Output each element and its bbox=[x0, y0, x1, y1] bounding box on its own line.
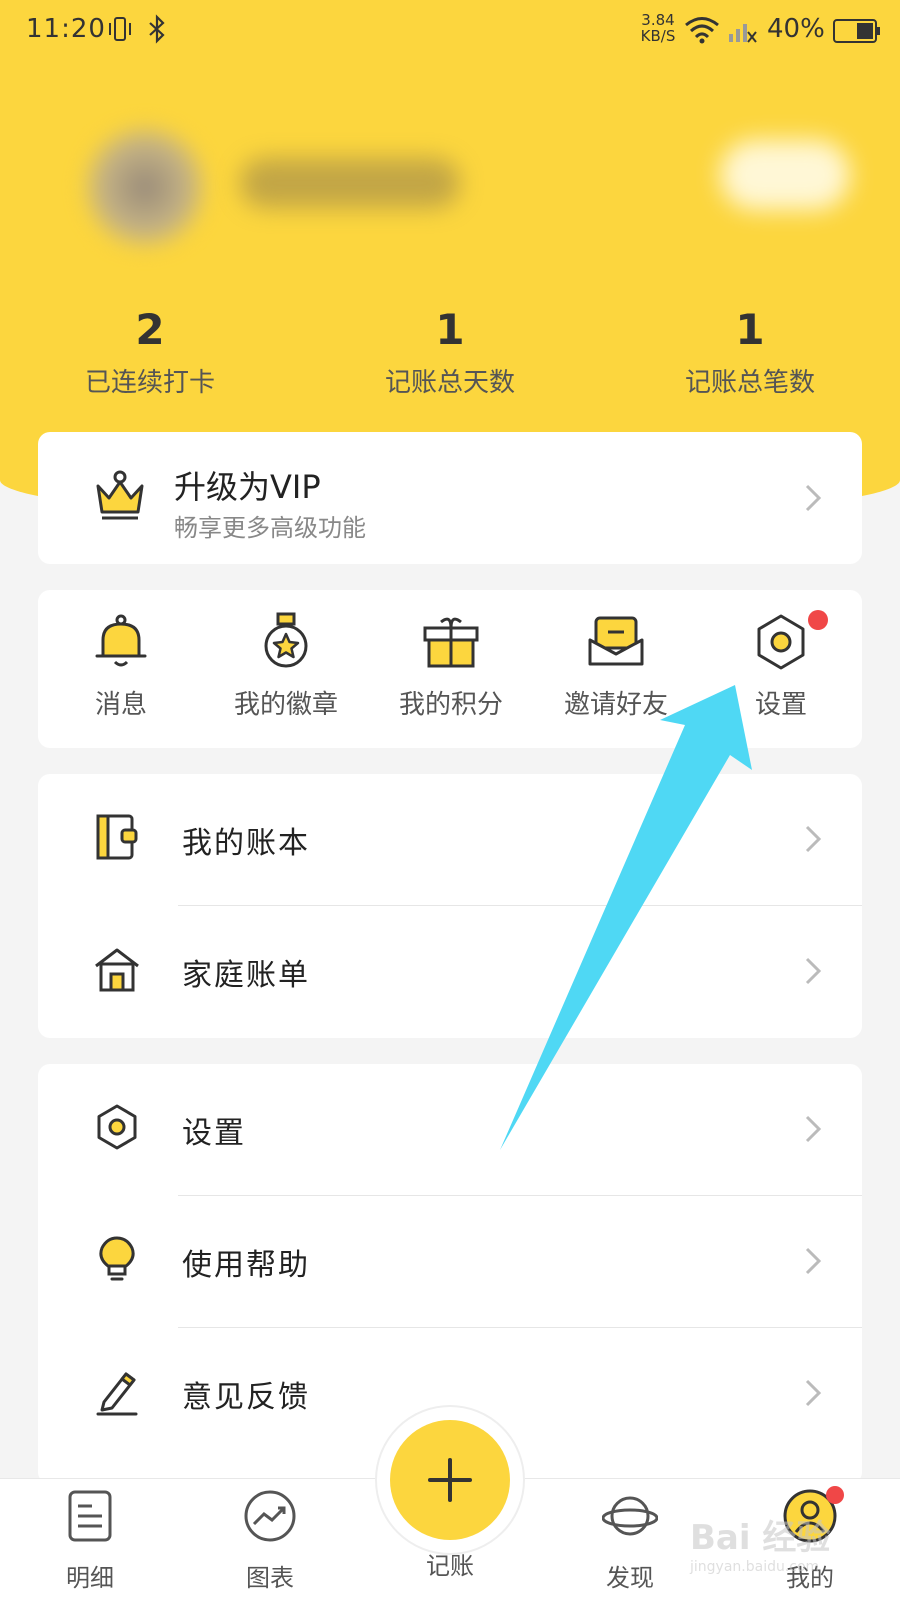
nickname-blurred[interactable] bbox=[240, 158, 460, 208]
hexagon-settings-icon bbox=[97, 1104, 137, 1150]
plus-icon bbox=[428, 1458, 472, 1502]
vip-subtitle: 畅享更多高级功能 bbox=[174, 514, 366, 542]
chart-icon bbox=[244, 1490, 296, 1542]
network-speed-value: 3.84 bbox=[641, 11, 675, 29]
bluetooth-icon bbox=[149, 14, 165, 44]
crown-icon bbox=[96, 470, 144, 520]
menu-item-label: 家庭账单 bbox=[182, 958, 310, 993]
battery-icon bbox=[833, 19, 880, 43]
avatar[interactable] bbox=[80, 122, 210, 252]
chevron-right-icon bbox=[805, 1115, 822, 1143]
menu-item-label: 使用帮助 bbox=[182, 1248, 310, 1283]
menu-item-label: 意见反馈 bbox=[182, 1380, 310, 1415]
nav-tab-discover[interactable]: 发现 bbox=[570, 1488, 690, 1593]
chevron-right-icon bbox=[805, 825, 822, 853]
network-speed: 3.84 KB/S bbox=[636, 12, 680, 44]
vip-upgrade-card[interactable]: 升级为VIP 畅享更多高级功能 bbox=[38, 432, 862, 564]
hexagon-settings-icon bbox=[757, 614, 805, 670]
network-speed-unit: KB/S bbox=[640, 27, 676, 45]
watermark-url: jingyan.baidu.com bbox=[690, 1559, 820, 1575]
nav-tab-charts[interactable]: 图表 bbox=[210, 1488, 330, 1593]
bell-icon bbox=[95, 614, 147, 667]
chevron-right-icon bbox=[805, 1379, 822, 1407]
stat-label: 记账总天数 bbox=[384, 368, 515, 398]
stat-label: 记账总笔数 bbox=[684, 368, 815, 398]
mail-icon bbox=[588, 616, 644, 666]
quick-action-badges[interactable]: 我的徽章 bbox=[203, 610, 369, 721]
vibrate-icon bbox=[109, 17, 131, 41]
settings-notification-dot bbox=[808, 610, 828, 630]
nav-label-record[interactable]: 记账 bbox=[390, 1546, 510, 1581]
watermark-logo: Bai 经验 bbox=[690, 1518, 831, 1558]
gift-icon bbox=[423, 617, 479, 668]
nav-label: 发现 bbox=[606, 1564, 654, 1592]
planet-icon bbox=[602, 1496, 658, 1536]
quick-action-messages[interactable]: 消息 bbox=[38, 610, 204, 721]
signal-icon bbox=[729, 24, 757, 43]
stat-value: 2 bbox=[135, 305, 165, 354]
profile-action-blurred[interactable] bbox=[720, 140, 850, 210]
stat-checkin-streak: 2 已连续打卡 bbox=[0, 306, 300, 399]
stat-total-records: 1 记账总笔数 bbox=[600, 306, 900, 399]
watermark: Bai 经验 jingyan.baidu.com bbox=[690, 1510, 890, 1590]
stat-value: 1 bbox=[435, 305, 465, 354]
nav-label: 图表 bbox=[246, 1564, 294, 1592]
chevron-right-icon bbox=[805, 484, 822, 512]
menu-item-label: 我的账本 bbox=[182, 826, 310, 861]
lightbulb-icon bbox=[99, 1236, 135, 1281]
pencil-icon bbox=[96, 1372, 138, 1416]
annotation-arrow bbox=[500, 685, 752, 1150]
status-time: 11:20 bbox=[26, 14, 106, 44]
stat-label: 已连续打卡 bbox=[84, 368, 215, 398]
stat-value: 1 bbox=[735, 305, 765, 354]
quick-action-label: 我的徽章 bbox=[233, 690, 338, 720]
quick-action-label: 消息 bbox=[94, 690, 147, 720]
vip-title: 升级为VIP bbox=[174, 468, 321, 506]
chevron-right-icon bbox=[805, 957, 822, 985]
stat-total-days: 1 记账总天数 bbox=[300, 306, 600, 399]
ledger-icon bbox=[96, 814, 138, 860]
nav-tab-details[interactable]: 明细 bbox=[30, 1488, 150, 1593]
chevron-right-icon bbox=[805, 1247, 822, 1275]
battery-percent: 40% bbox=[767, 14, 825, 44]
nav-label: 明细 bbox=[66, 1564, 114, 1592]
medal-icon bbox=[264, 612, 308, 668]
mine-notification-dot bbox=[826, 1486, 844, 1504]
wifi-icon bbox=[685, 17, 719, 44]
house-icon bbox=[95, 948, 139, 992]
menu-item-help[interactable]: 使用帮助 bbox=[38, 1196, 862, 1328]
menu-item-label: 设置 bbox=[182, 1116, 246, 1151]
list-icon bbox=[68, 1490, 112, 1542]
